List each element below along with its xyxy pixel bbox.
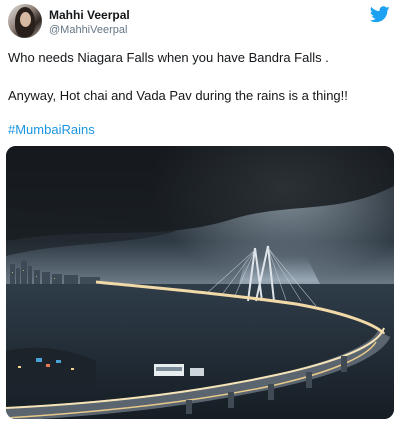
- tweet-text-line: Anyway, Hot chai and Vada Pav during the…: [8, 88, 348, 103]
- avatar[interactable]: [8, 4, 42, 38]
- avatar-face: [20, 12, 31, 27]
- author-handle[interactable]: @MahhiVeerpal: [49, 24, 127, 36]
- tweet-photo[interactable]: [6, 146, 394, 419]
- hashtag-link[interactable]: #MumbaiRains: [8, 122, 95, 137]
- tweet-text-line: Who needs Niagara Falls when you have Ba…: [8, 50, 329, 65]
- bandra-worli-sealink-photo: [6, 146, 394, 419]
- twitter-bird-icon[interactable]: [370, 6, 390, 23]
- author-name[interactable]: Mahhi Veerpal: [49, 8, 130, 22]
- tweet-card: Mahhi Veerpal @MahhiVeerpal Who needs Ni…: [0, 0, 400, 424]
- tweet-header: Mahhi Veerpal @MahhiVeerpal: [8, 4, 392, 44]
